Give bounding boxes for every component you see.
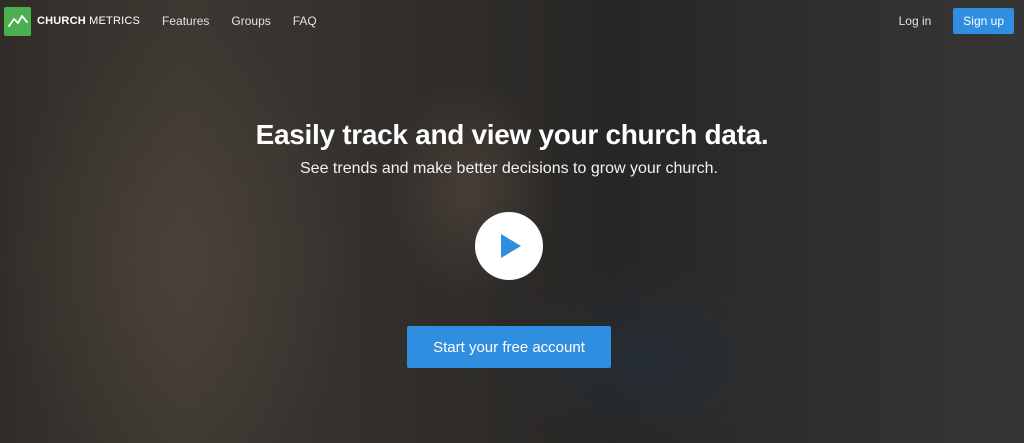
hero-headline: Easily track and view your church data.: [255, 119, 769, 150]
start-free-account-button[interactable]: Start your free account: [407, 326, 611, 368]
logo-text-light: METRICS: [85, 15, 141, 27]
hero-subhead: See trends and make better decisions to …: [300, 160, 718, 177]
hero-section: CHURCH METRICS Features Groups FAQ Log i…: [0, 0, 1024, 443]
play-video-button[interactable]: [475, 212, 543, 280]
logo-link[interactable]: CHURCH METRICS: [4, 6, 140, 36]
signup-button[interactable]: Sign up: [953, 8, 1014, 34]
play-icon: [501, 234, 521, 258]
chart-line-icon: [4, 6, 31, 36]
top-nav: CHURCH METRICS Features Groups FAQ Log i…: [0, 0, 1024, 42]
nav-link-groups[interactable]: Groups: [231, 14, 270, 28]
nav-link-features[interactable]: Features: [162, 14, 209, 28]
logo-text: CHURCH METRICS: [37, 15, 140, 27]
login-link[interactable]: Log in: [899, 14, 932, 28]
logo-text-bold: CHURCH: [37, 15, 86, 27]
nav-link-faq[interactable]: FAQ: [293, 14, 317, 28]
